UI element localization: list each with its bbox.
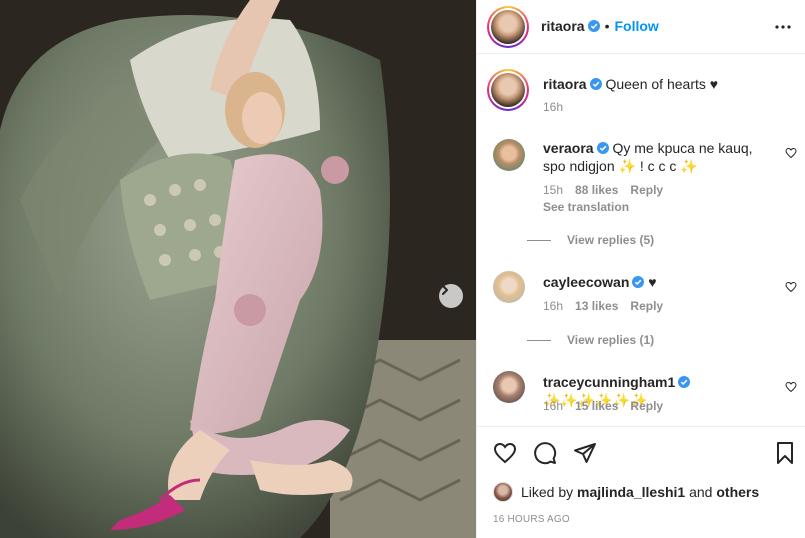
comment-time: 15h [543, 183, 564, 197]
heart-icon[interactable] [785, 281, 797, 293]
comment-icon[interactable] [533, 441, 557, 465]
chevron-right-icon [442, 285, 448, 295]
view-replies-label: View replies (5) [567, 233, 655, 247]
comment-time: 16h [543, 299, 564, 313]
bookmark-icon[interactable] [773, 441, 797, 465]
reply-button[interactable]: Reply [630, 183, 663, 197]
liked-by-others[interactable]: others [716, 484, 759, 500]
caption-avatar[interactable] [487, 69, 529, 111]
comment-username[interactable]: veraora [543, 140, 594, 156]
view-replies-button[interactable]: View replies (5) [527, 233, 654, 247]
caption-time: 16h [543, 100, 564, 114]
liker-avatar[interactable] [493, 482, 513, 502]
comment-username[interactable]: traceycunningham1 [543, 374, 675, 390]
heart-icon[interactable] [785, 381, 797, 393]
next-photo-button[interactable] [439, 284, 463, 308]
paper-plane-icon[interactable] [573, 441, 597, 465]
post-actions: Liked by majlinda_lleshi1 and others 16 … [477, 426, 805, 538]
heart-icon[interactable] [785, 147, 797, 159]
verified-badge-icon [678, 376, 691, 388]
comment-time: 16h [543, 399, 564, 413]
commenter-avatar[interactable] [493, 371, 525, 403]
divider-line [527, 339, 551, 341]
post-timestamp[interactable]: 16 HOURS AGO [493, 514, 570, 525]
divider-line [527, 239, 551, 241]
reply-button[interactable]: Reply [630, 299, 663, 313]
separator-dot: • [604, 18, 610, 34]
view-replies-button[interactable]: View replies (1) [527, 333, 654, 347]
author-avatar[interactable] [487, 6, 529, 48]
caption-username[interactable]: ritaora [543, 76, 587, 92]
caption-text: Queen of hearts ♥ [605, 76, 719, 92]
more-options-icon[interactable] [774, 18, 792, 36]
comments-section[interactable]: ritaora Queen of hearts ♥ 16h veraora Qy… [477, 55, 805, 425]
liked-by-line: Liked by majlinda_lleshi1 and others [493, 482, 759, 502]
post-side-panel: ritaora • Follow ritaora Queen of hearts… [476, 0, 805, 538]
follow-button[interactable]: Follow [614, 18, 658, 34]
verified-badge-icon [596, 142, 609, 154]
liked-by-and: and [689, 484, 713, 500]
comment-username[interactable]: cayleecowan [543, 274, 629, 290]
view-replies-label: View replies (1) [567, 333, 655, 347]
author-username[interactable]: ritaora [541, 18, 585, 34]
verified-badge-icon [589, 78, 602, 90]
commenter-avatar[interactable] [493, 139, 525, 171]
reply-button[interactable]: Reply [630, 399, 663, 413]
photo-illustration [0, 0, 476, 538]
post-photo[interactable] [0, 0, 476, 538]
comment-likes[interactable]: 88 likes [575, 183, 618, 197]
see-translation-link[interactable]: See translation [543, 200, 629, 214]
comment-likes[interactable]: 15 likes [575, 399, 618, 413]
commenter-avatar[interactable] [493, 271, 525, 303]
verified-badge-icon [632, 276, 645, 288]
liked-by-prefix: Liked by [521, 484, 574, 500]
verified-badge-icon [587, 20, 600, 32]
comment-likes[interactable]: 13 likes [575, 299, 618, 313]
post-header: ritaora • Follow [477, 0, 805, 54]
heart-icon[interactable] [493, 441, 517, 465]
liker-username[interactable]: majlinda_lleshi1 [577, 484, 685, 500]
comment-text: ♥ [648, 274, 657, 290]
